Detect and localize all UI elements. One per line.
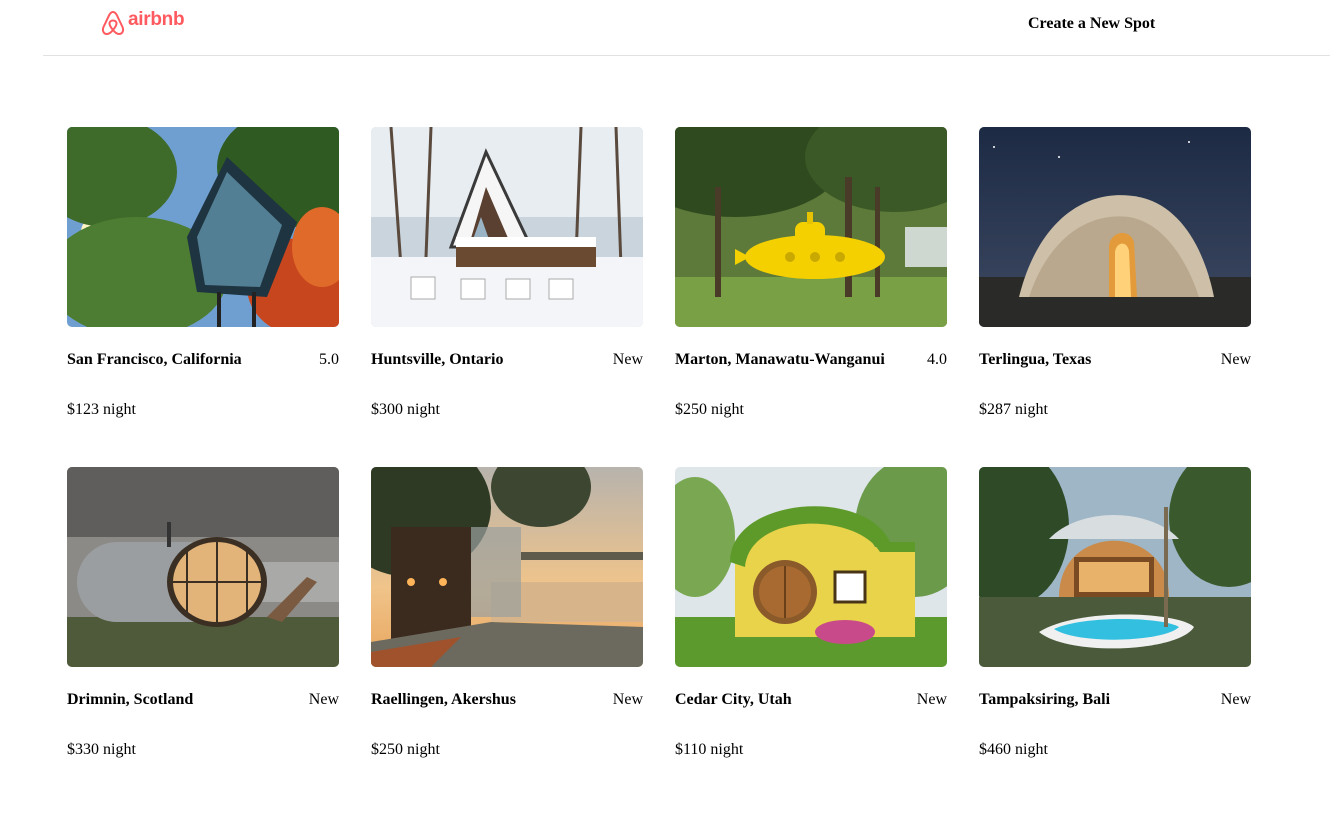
spot-card[interactable]: San Francisco, California 5.0 $123 night (67, 127, 339, 467)
spot-location: Cedar City, Utah (675, 691, 792, 708)
spot-rating: 4.0 (927, 351, 947, 368)
spot-image (67, 467, 339, 667)
spot-price: $250 night (675, 401, 744, 418)
spot-image (371, 127, 643, 327)
spot-location: Tampaksiring, Bali (979, 691, 1111, 708)
spot-image (675, 127, 947, 327)
spot-card[interactable]: Huntsville, Ontario New $300 night (371, 127, 643, 467)
logo-wordmark: airbnb (128, 9, 185, 30)
spot-location: Terlingua, Texas (979, 351, 1092, 368)
spot-location: Raellingen, Akershus (371, 691, 516, 708)
spot-price: $123 night (67, 401, 136, 418)
spot-rating: New (916, 691, 947, 708)
spot-rating: 5.0 (319, 351, 339, 368)
spot-card[interactable]: Marton, Manawatu-Wanganui 4.0 $250 night (675, 127, 947, 467)
spot-price: $287 night (979, 401, 1048, 418)
top-nav: airbnb Create a New Spot (43, 0, 1330, 56)
spot-card[interactable]: Drimnin, Scotland New $330 night (67, 467, 339, 807)
spot-location: San Francisco, California (67, 351, 242, 368)
spot-rating: New (1220, 351, 1251, 368)
spot-image (371, 467, 643, 667)
spot-rating: New (612, 691, 643, 708)
spot-rating: New (612, 351, 643, 368)
spot-card[interactable]: Tampaksiring, Bali New $460 night (979, 467, 1251, 807)
spot-rating: New (308, 691, 339, 708)
spot-price: $250 night (371, 741, 440, 758)
spot-image (67, 127, 339, 327)
spot-rating: New (1220, 691, 1251, 708)
spot-card[interactable]: Terlingua, Texas New $287 night (979, 127, 1251, 467)
spot-price: $110 night (675, 741, 744, 758)
spot-card[interactable]: Raellingen, Akershus New $250 night (371, 467, 643, 807)
spot-image (675, 467, 947, 667)
spot-card[interactable]: Cedar City, Utah New $110 night (675, 467, 947, 807)
airbnb-icon (101, 10, 125, 36)
spot-image (979, 467, 1251, 667)
spot-price: $300 night (371, 401, 440, 418)
spots-grid: San Francisco, California 5.0 $123 night (67, 127, 1251, 807)
spot-image (979, 127, 1251, 327)
create-new-spot-link[interactable]: Create a New Spot (1028, 15, 1155, 33)
spot-location: Drimnin, Scotland (67, 691, 194, 708)
airbnb-logo[interactable]: airbnb (100, 9, 185, 37)
spot-price: $330 night (67, 741, 136, 758)
spot-location: Huntsville, Ontario (371, 351, 504, 368)
spot-price: $460 night (979, 741, 1048, 758)
spot-location: Marton, Manawatu-Wanganui (675, 351, 885, 368)
